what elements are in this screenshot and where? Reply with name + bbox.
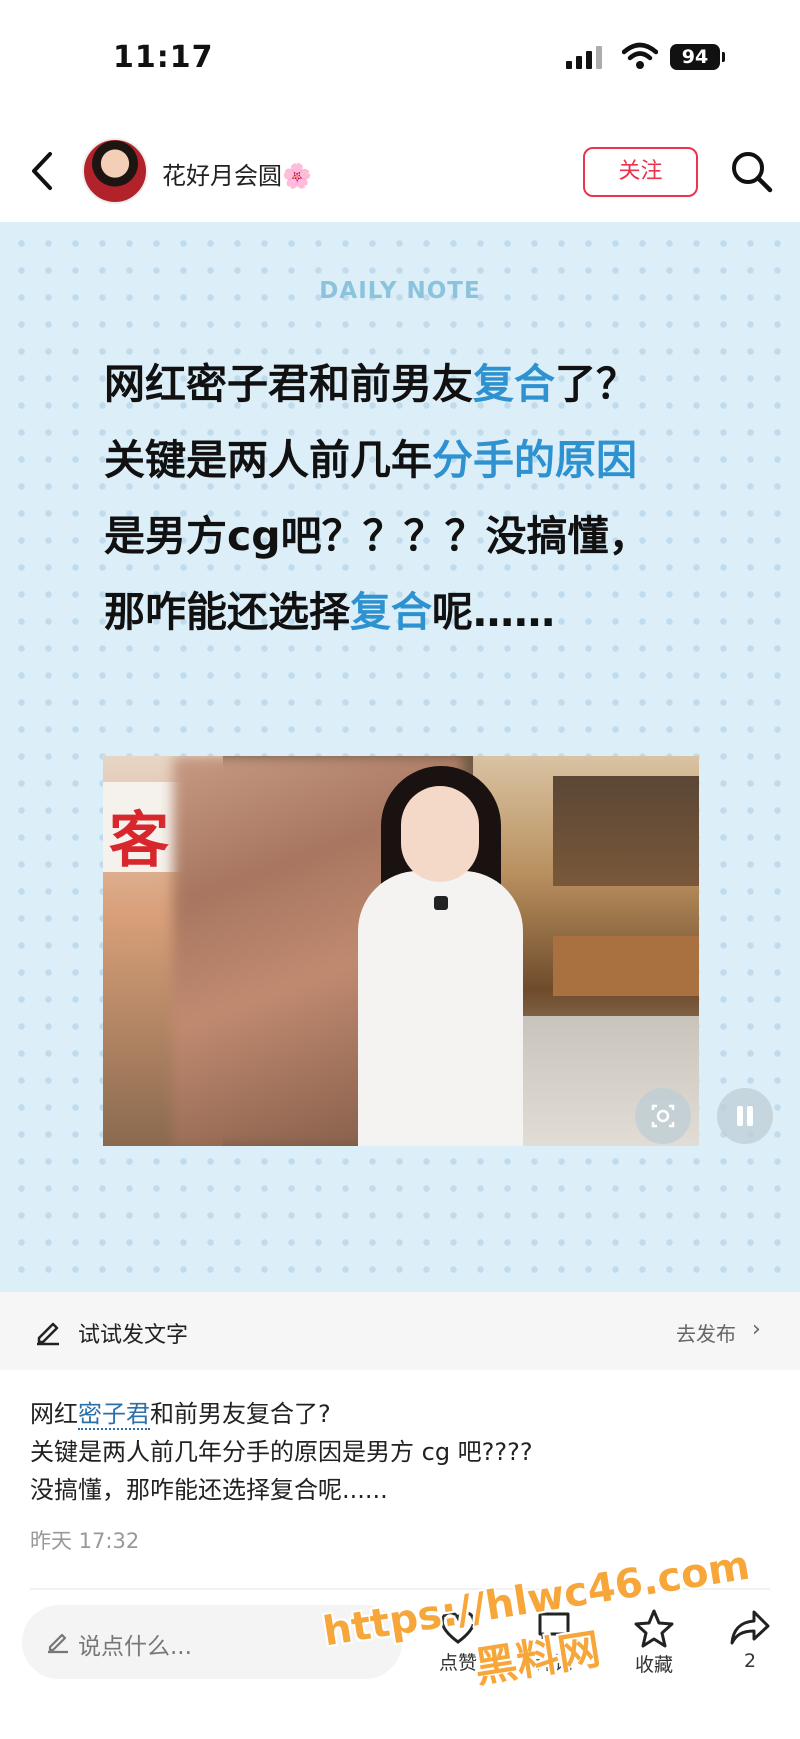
- scan-icon: [651, 1104, 675, 1128]
- post-line-2: 关键是两人前几年分手的原因是男方 cg 吧????: [30, 1438, 533, 1466]
- pen-icon: [48, 1633, 68, 1654]
- pause-button[interactable]: [717, 1088, 773, 1144]
- photo-sign-text: 客: [109, 806, 169, 876]
- author-avatar[interactable]: [82, 138, 148, 204]
- share-button[interactable]: 2: [710, 1602, 790, 1682]
- go-publish-link[interactable]: 去发布: [676, 1318, 736, 1347]
- back-icon[interactable]: [22, 146, 62, 196]
- try-text-label: 试试发文字: [78, 1323, 189, 1348]
- note-header: 花好月会圆🌸 关注: [0, 128, 800, 218]
- headline-highlight: 分手的原因: [432, 436, 637, 484]
- topic-tag[interactable]: 密子君: [78, 1400, 150, 1430]
- flower-icon: 🌸: [282, 162, 312, 190]
- pen-icon: [37, 1322, 59, 1346]
- post-image[interactable]: DAILY NOTE 网红密子君和前男友复合了？关键是两人前几年分手的原因是男方…: [0, 222, 800, 1292]
- post-body: 网红密子君和前男友复合了? 关键是两人前几年分手的原因是男方 cg 吧???? …: [30, 1395, 770, 1509]
- star-icon: [634, 1609, 674, 1648]
- headline-highlight: 复合: [350, 588, 432, 636]
- headline-text: 网红密子君和前男友复合了？关键是两人前几年分手的原因是男方cg吧？？？？没搞懂，…: [104, 346, 664, 650]
- share-count: 2: [743, 1650, 757, 1672]
- wifi-icon: [622, 42, 658, 69]
- collect-label: 收藏: [634, 1654, 673, 1676]
- try-text-bar[interactable]: 试试发文字 去发布 ›: [0, 1292, 800, 1370]
- daily-note-label: DAILY NOTE: [319, 278, 481, 304]
- chevron-right-icon: ›: [752, 1317, 761, 1342]
- headline-highlight: 复合: [473, 360, 555, 408]
- share-icon: [730, 1610, 770, 1645]
- status-time: 11:17: [113, 40, 214, 75]
- status-bar: 11:17 94: [0, 0, 800, 110]
- headline-segment: 呢……: [432, 588, 555, 636]
- author-name-text: 花好月会圆: [162, 162, 282, 190]
- search-icon[interactable]: [728, 148, 774, 194]
- post-line-3: 没搞懂，那咋能还选择复合呢......: [30, 1476, 388, 1504]
- image-scan-button[interactable]: [635, 1088, 691, 1144]
- author-name[interactable]: 花好月会圆🌸: [162, 156, 312, 191]
- post-line-1: 网红密子君和前男友复合了?: [30, 1400, 331, 1430]
- post-time: 昨天 17:32: [30, 1529, 140, 1553]
- headline-segment: 网红密子君和前男友: [104, 360, 473, 408]
- embedded-photo: 客: [103, 756, 699, 1146]
- comment-placeholder: 说点什么...: [78, 1634, 192, 1660]
- collect-button[interactable]: 收藏: [614, 1602, 694, 1682]
- follow-button[interactable]: 关注: [583, 147, 698, 197]
- signal-icon: [566, 46, 602, 69]
- microphone-icon: [434, 896, 448, 910]
- battery-icon: 94: [670, 44, 725, 70]
- person-face: [401, 786, 479, 882]
